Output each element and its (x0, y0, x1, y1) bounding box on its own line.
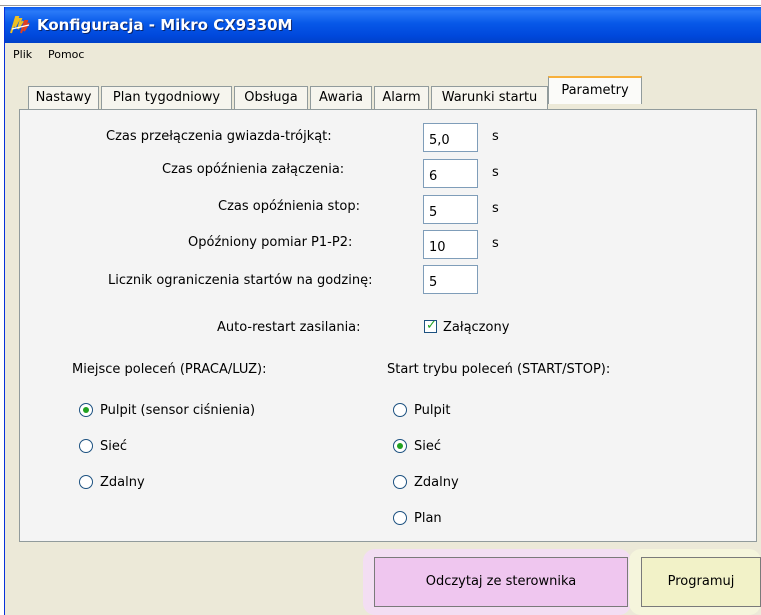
opoznienie-stop-field[interactable] (423, 195, 478, 224)
read-from-controller-button[interactable]: Odczytaj ze sterownika (374, 557, 628, 607)
unit-s: s (492, 201, 499, 216)
menu-bar: Plik Pomoc (5, 43, 761, 65)
tab-alarm[interactable]: Alarm (374, 86, 429, 110)
window-title: Konfiguracja - Mikro CX9330M (37, 16, 293, 34)
param-label-licznik-startow: Licznik ograniczenia startów na godzinę: (108, 273, 373, 288)
menu-pomoc[interactable]: Pomoc (48, 48, 84, 61)
app-icon (10, 16, 30, 34)
screen: Konfiguracja - Mikro CX9330M Plik Pomoc … (0, 0, 761, 615)
radio-place-zdalny[interactable] (79, 475, 93, 489)
radio-place-pulpit[interactable] (79, 403, 93, 417)
param-label-opoznienie-zalaczenia: Czas opóźnienia załączenia: (162, 162, 345, 177)
command-place-title: Miejsce poleceń (PRACA/LUZ): (72, 362, 267, 377)
param-label-gwiazda-trojkat: Czas przełączenia gwiazda-trójkąt: (106, 129, 332, 144)
param-label-pomiar-p1-p2: Opóźniony pomiar P1-P2: (188, 235, 353, 250)
radio-start-siec-label[interactable]: Sieć (414, 439, 441, 454)
menu-plik[interactable]: Plik (13, 48, 32, 61)
command-start-title: Start trybu poleceń (START/STOP): (387, 362, 611, 377)
tab-obsluga[interactable]: Obsługa (234, 86, 308, 110)
radio-start-pulpit-label[interactable]: Pulpit (414, 403, 450, 418)
radio-place-siec-label[interactable]: Sieć (100, 439, 127, 454)
check-icon: ✓ (426, 318, 437, 333)
radio-start-plan-label[interactable]: Plan (414, 511, 442, 526)
radio-start-zdalny-label[interactable]: Zdalny (414, 475, 459, 490)
radio-start-pulpit[interactable] (393, 403, 407, 417)
title-bar[interactable]: Konfiguracja - Mikro CX9330M (5, 7, 761, 43)
unit-s: s (492, 236, 499, 251)
auto-restart-checkbox[interactable]: ✓ (424, 318, 437, 333)
radio-start-zdalny[interactable] (393, 475, 407, 489)
tab-nastawy[interactable]: Nastawy (28, 86, 99, 110)
tab-awaria[interactable]: Awaria (310, 86, 372, 110)
param-label-opoznienie-stop: Czas opóźnienia stop: (218, 199, 361, 214)
opoznienie-zalaczenia-field[interactable] (423, 159, 478, 188)
auto-restart-checkbox-label[interactable]: Załączony (443, 320, 509, 335)
radio-place-siec[interactable] (79, 439, 93, 453)
radio-selected-dot (83, 407, 89, 413)
unit-s: s (492, 165, 499, 180)
radio-place-zdalny-label[interactable]: Zdalny (100, 475, 145, 490)
licznik-startow-field[interactable] (423, 265, 478, 294)
top-border (0, 0, 761, 6)
auto-restart-label: Auto-restart zasilania: (217, 320, 361, 335)
radio-place-pulpit-label[interactable]: Pulpit (sensor ciśnienia) (100, 403, 255, 418)
radio-start-plan[interactable] (393, 511, 407, 525)
tab-warunki-startu[interactable]: Warunki startu (431, 86, 548, 110)
tab-plan-tygodniowy[interactable]: Plan tygodniowy (101, 86, 232, 110)
gwiazda-trojkat-field[interactable] (423, 123, 478, 152)
program-button[interactable]: Programuj (641, 557, 761, 607)
radio-selected-dot (397, 443, 403, 449)
pomiar-p1-p2-field[interactable] (423, 230, 478, 259)
tab-parametry[interactable]: Parametry (548, 76, 642, 104)
radio-start-siec[interactable] (393, 439, 407, 453)
unit-s: s (492, 129, 499, 144)
